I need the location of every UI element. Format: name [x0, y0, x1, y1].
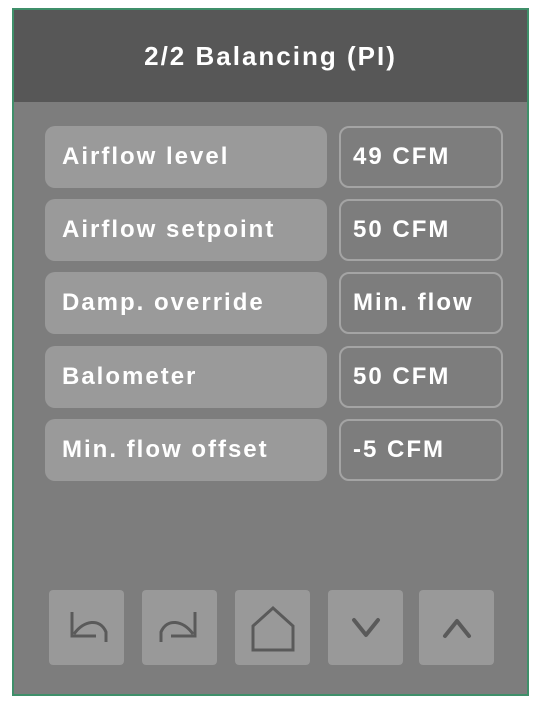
airflow-level-label: Airflow level: [45, 126, 327, 188]
chevron-up-icon: [442, 618, 471, 638]
undo-button[interactable]: [49, 590, 124, 665]
damp-override-label: Damp. override: [45, 272, 327, 334]
airflow-setpoint-label: Airflow setpoint: [45, 199, 327, 261]
row-min-flow-offset: Min. flow offset -5 CFM: [45, 419, 505, 481]
scroll-up-button[interactable]: [419, 590, 494, 665]
redo-icon: [159, 611, 196, 642]
balometer-label: Balometer: [45, 346, 327, 408]
home-icon: [251, 605, 294, 651]
balancing-panel: 2/2 Balancing (PI) Airflow level 49 CFM …: [12, 8, 529, 696]
airflow-level-value: 49 CFM: [339, 126, 503, 188]
home-button[interactable]: [235, 590, 310, 665]
row-damp-override: Damp. override Min. flow: [45, 272, 505, 334]
page-title: 2/2 Balancing (PI): [144, 40, 397, 71]
chevron-down-icon: [351, 617, 380, 637]
undo-icon: [70, 611, 107, 642]
damp-override-value[interactable]: Min. flow: [339, 272, 503, 334]
balometer-value[interactable]: 50 CFM: [339, 346, 503, 408]
row-airflow-setpoint: Airflow setpoint 50 CFM: [45, 199, 505, 261]
airflow-setpoint-value[interactable]: 50 CFM: [339, 199, 503, 261]
row-balometer: Balometer 50 CFM: [45, 346, 505, 408]
min-flow-offset-label: Min. flow offset: [45, 419, 327, 481]
min-flow-offset-value[interactable]: -5 CFM: [339, 419, 503, 481]
redo-button[interactable]: [142, 590, 217, 665]
title-bar: 2/2 Balancing (PI): [14, 10, 527, 102]
row-airflow-level: Airflow level 49 CFM: [45, 126, 505, 188]
scroll-down-button[interactable]: [328, 590, 403, 665]
